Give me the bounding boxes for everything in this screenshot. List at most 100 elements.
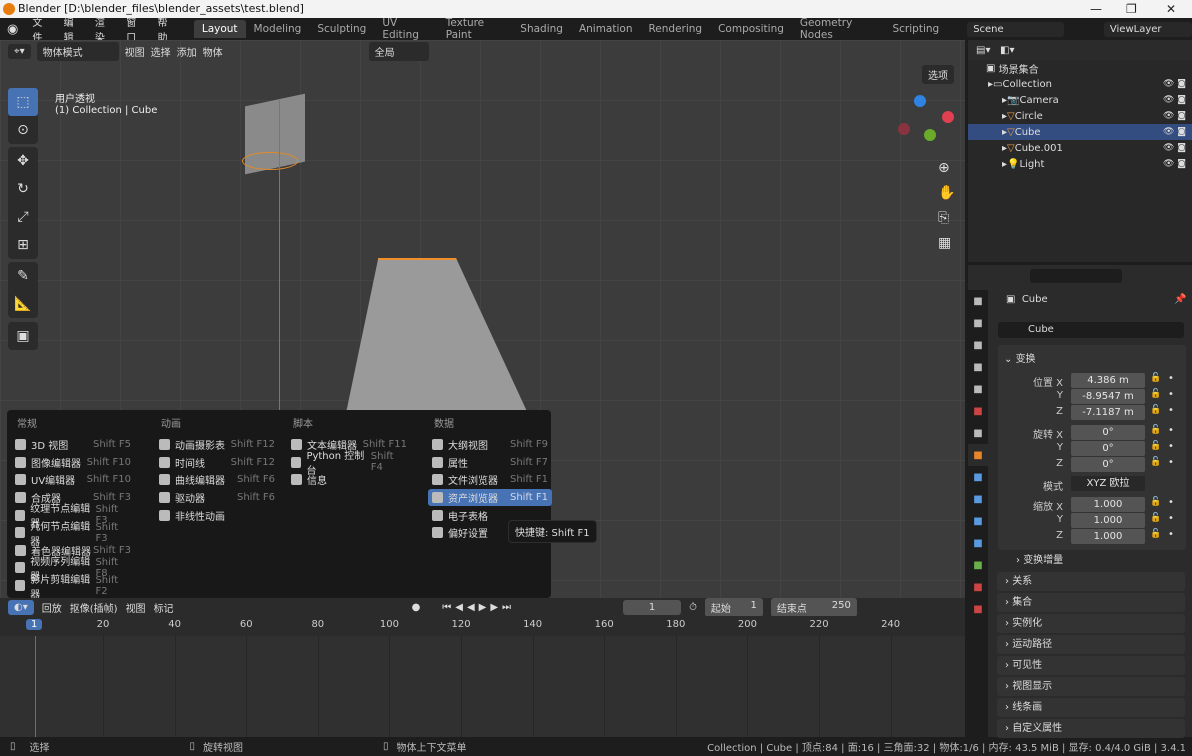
tool-tab-icon[interactable]: ■	[968, 290, 988, 312]
transform-tool-icon[interactable]: ⊞	[8, 231, 38, 259]
render-tab-icon[interactable]: ■	[968, 312, 988, 334]
cursor-tool-icon[interactable]: ⊙	[8, 116, 38, 144]
minimize-button[interactable]: —	[1090, 0, 1102, 18]
lock-icon[interactable]: 🔓	[1150, 457, 1161, 467]
editor-menu-item[interactable]: 3D 视图 Shift F5	[11, 436, 135, 454]
timeline-menu-keying[interactable]: 抠像(插帧)	[70, 600, 118, 615]
tab-shading[interactable]: Shading	[512, 20, 571, 38]
stopwatch-icon[interactable]: ⏱	[689, 602, 697, 613]
pin-icon[interactable]: 📌	[1174, 294, 1186, 305]
material-tab-icon[interactable]: ■	[968, 576, 988, 598]
data-tab-icon[interactable]: ■	[968, 554, 988, 576]
timeline-menu-view[interactable]: 视图	[126, 600, 146, 615]
keyframe-dot-icon[interactable]: •	[1168, 389, 1174, 400]
rotation-z-field[interactable]: 0°	[1071, 457, 1145, 472]
world-tab-icon[interactable]: ■	[968, 400, 988, 422]
editor-menu-item[interactable]: UV编辑器 Shift F10	[11, 471, 135, 489]
scale-y-field[interactable]: 1.000	[1071, 513, 1145, 528]
playback-controls[interactable]: ⏮◀◀▶▶⏭	[442, 602, 515, 613]
collapsed-panel[interactable]: › 视图显示	[997, 677, 1185, 696]
visibility-eye-icon[interactable]: 👁 ◙	[1163, 95, 1186, 105]
keyframe-dot-icon[interactable]: •	[1168, 497, 1174, 508]
particles-tab-icon[interactable]: ■	[968, 488, 988, 510]
view-layer-tab-icon[interactable]: ■	[968, 356, 988, 378]
transform-orientation-dropdown[interactable]: 全局	[368, 41, 429, 61]
physics-tab-icon[interactable]: ■	[968, 510, 988, 532]
keyframe-dot-icon[interactable]: •	[1168, 373, 1174, 384]
lock-icon[interactable]: 🔓	[1150, 529, 1161, 539]
outliner-row[interactable]: ▸ 📷 Camera 👁 ◙	[968, 92, 1192, 108]
visibility-eye-icon[interactable]: 👁 ◙	[1163, 159, 1186, 169]
collapsed-panel[interactable]: › 线条画	[997, 698, 1185, 717]
blender-menu-icon[interactable]: ◉	[0, 22, 25, 37]
selected-cube-mesh[interactable]	[345, 258, 530, 418]
navigation-gizmo[interactable]	[898, 95, 956, 153]
viewport-menu-object[interactable]: 物体	[203, 44, 223, 59]
camera-view-icon[interactable]: ⎘	[938, 210, 949, 226]
transform-panel-header[interactable]: ⌄ 变换	[1004, 350, 1036, 365]
timeline-menu-playback[interactable]: 回放	[42, 600, 62, 615]
scene-selector[interactable]: Scene	[967, 21, 1064, 37]
collapsed-panel[interactable]: › 运动路径	[997, 635, 1185, 654]
editor-menu-item[interactable]: 资产浏览器 Shift F1	[428, 488, 552, 507]
rotation-x-field[interactable]: 0°	[1071, 425, 1145, 440]
record-icon[interactable]: ●	[412, 602, 421, 613]
visibility-eye-icon[interactable]: 👁 ◙	[1163, 127, 1186, 137]
keyframe-dot-icon[interactable]: •	[1168, 405, 1174, 416]
annotate-tool-icon[interactable]: ✎	[8, 262, 38, 290]
viewport-menu-add[interactable]: 添加	[177, 44, 197, 59]
keyframe-dot-icon[interactable]: •	[1168, 441, 1174, 452]
keyframe-dot-icon[interactable]: •	[1168, 513, 1174, 524]
editor-menu-item[interactable]: 时间线 Shift F12	[155, 454, 279, 472]
scene-tab-icon[interactable]: ■	[968, 378, 988, 400]
location-y-field[interactable]: -8.9547 m	[1071, 389, 1145, 404]
lock-icon[interactable]: 🔓	[1150, 425, 1161, 435]
lock-icon[interactable]: 🔓	[1150, 441, 1161, 451]
rotation-y-field[interactable]: 0°	[1071, 441, 1145, 456]
editor-menu-item[interactable]: 几何节点编辑器 Shift F3	[11, 522, 135, 548]
measure-tool-icon[interactable]: 📐	[8, 290, 38, 318]
editor-menu-item[interactable]: 驱动器 Shift F6	[155, 489, 279, 507]
tab-animation[interactable]: Animation	[571, 20, 641, 38]
keyframe-dot-icon[interactable]: •	[1168, 457, 1174, 468]
output-tab-icon[interactable]: ■	[968, 334, 988, 356]
scene-collection-row[interactable]: ▣ 场景集合	[968, 60, 1192, 76]
editor-menu-item[interactable]: 文件浏览器 Shift F1	[428, 471, 552, 489]
editor-menu-item[interactable]: 属性 Shift F7	[428, 454, 552, 472]
lock-icon[interactable]: 🔓	[1150, 373, 1161, 383]
keyframe-dot-icon[interactable]: •	[1168, 425, 1174, 436]
move-tool-icon[interactable]: ✥	[8, 147, 38, 175]
timeline-menu-marker[interactable]: 标记	[154, 600, 174, 615]
object-mode-dropdown[interactable]: 物体模式	[36, 41, 119, 61]
outliner-row[interactable]: ▸ ▽ Circle 👁 ◙	[968, 108, 1192, 124]
collapsed-panel[interactable]: › 变换增量	[1008, 551, 1192, 570]
lock-icon[interactable]: 🔓	[1150, 497, 1161, 507]
outliner-row[interactable]: ▸ ▽ Cube.001 👁 ◙	[968, 140, 1192, 156]
collection-tab-icon[interactable]: ■	[968, 422, 988, 444]
outliner-row[interactable]: ▸ ▭ Collection 👁 ◙	[968, 76, 1192, 92]
location-z-field[interactable]: -7.1187 m	[1071, 405, 1145, 420]
lock-icon[interactable]: 🔓	[1150, 389, 1161, 399]
tab-scripting[interactable]: Scripting	[884, 20, 947, 38]
tab-modeling[interactable]: Modeling	[246, 20, 310, 38]
viewport-menu-view[interactable]: 视图	[125, 44, 145, 59]
texture-tab-icon[interactable]: ■	[968, 598, 988, 620]
view-layer-selector[interactable]: ViewLayer	[1103, 21, 1192, 37]
visibility-eye-icon[interactable]: 👁 ◙	[1163, 111, 1186, 121]
collapsed-panel[interactable]: › 关系	[997, 572, 1185, 591]
add-cube-tool-icon[interactable]: ▣	[8, 322, 38, 350]
scale-z-field[interactable]: 1.000	[1071, 529, 1145, 544]
circle-object[interactable]	[242, 152, 298, 170]
viewport-menu-select[interactable]: 选择	[151, 44, 171, 59]
editor-menu-item[interactable]: Python 控制台 Shift F4	[287, 451, 411, 477]
editor-menu-item[interactable]: 曲线编辑器 Shift F6	[155, 471, 279, 489]
playhead-frame[interactable]: 1	[26, 619, 43, 630]
pan-hand-icon[interactable]: ✋	[938, 185, 955, 201]
current-frame-field[interactable]: 1	[623, 599, 682, 615]
collapsed-panel[interactable]: › 集合	[997, 593, 1185, 612]
start-frame-field[interactable]: 起始 1	[704, 597, 763, 617]
zoom-icon[interactable]: ⊕	[938, 160, 950, 176]
end-frame-field[interactable]: 结束点 250	[770, 597, 857, 617]
collapsed-panel[interactable]: › 自定义属性	[997, 719, 1185, 738]
tab-layout[interactable]: Layout	[193, 20, 246, 38]
